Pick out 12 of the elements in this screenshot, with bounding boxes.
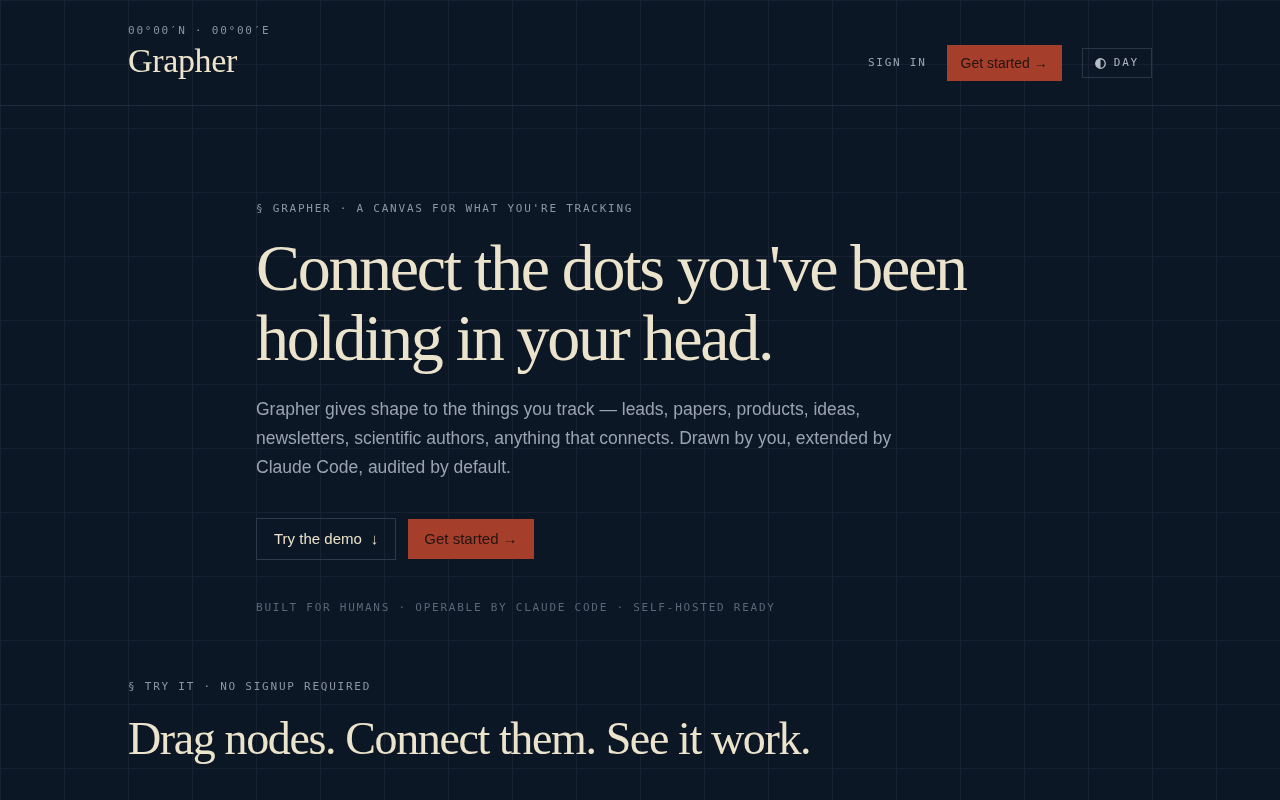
logo-text[interactable]: Grapher xyxy=(128,41,271,81)
try-demo-button[interactable]: Try the demo ↓ xyxy=(256,518,397,560)
hero-headline: Connect the dots you've been holding in your head. xyxy=(256,233,968,373)
section-heading: Drag nodes. Connect them. See it work. xyxy=(128,712,811,766)
coordinates-label: 00°00′N · 00°00′E xyxy=(128,23,271,39)
hero-eyebrow: § GRAPHER · A CANVAS FOR WHAT YOU'RE TRACKING xyxy=(256,201,634,217)
half-filled-circle-icon xyxy=(1094,57,1106,69)
sign-in-link[interactable]: SIGN IN xyxy=(867,55,927,71)
hero-description: Grapher gives shape to the things you track — leads, papers, products, ideas, newsletters, scientific authors, anything that connects. Drawn by you, extended by Claude Code, audited by default. xyxy=(256,398,893,479)
section-eyebrow: § TRY IT · NO SIGNUP REQUIRED xyxy=(128,679,372,695)
feature-tagline: BUILT FOR HUMANS · OPERABLE BY CLAUDE CODE · SELF-HOSTED READY xyxy=(256,600,776,616)
theme-toggle-button[interactable]: DAY xyxy=(1081,48,1152,78)
